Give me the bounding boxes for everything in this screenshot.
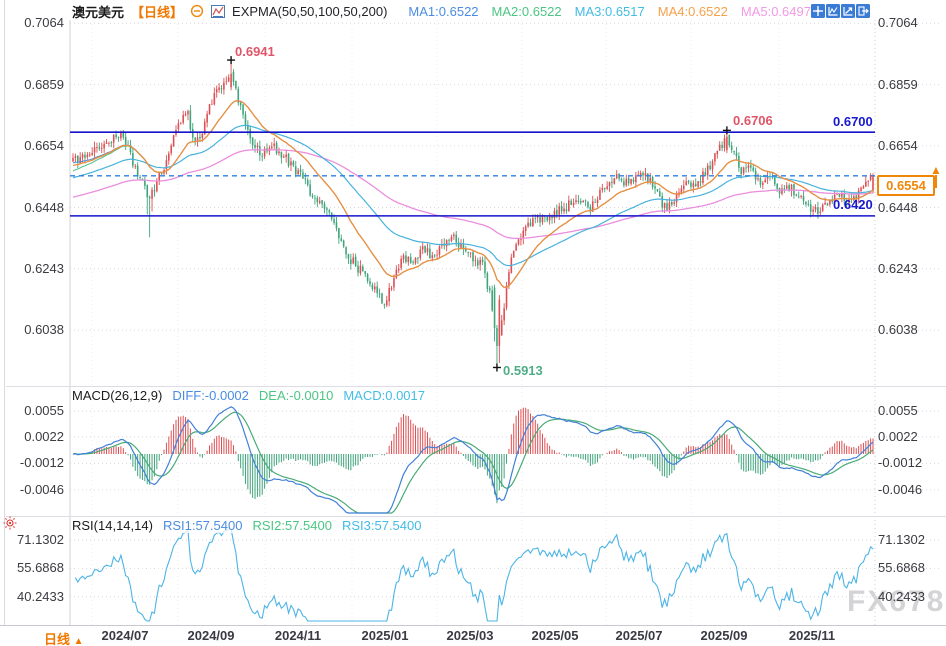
indicator-chart-icon[interactable]: [211, 5, 225, 18]
x-axis-date-label: 2024/07: [93, 628, 157, 643]
main-y-axis-label: 0.6243: [878, 262, 944, 276]
swing-high-annotation: 0.6706: [733, 113, 773, 128]
rsi-y-axis-label: 71.1302: [0, 533, 64, 547]
macd-y-axis-label: -0.0012: [878, 456, 944, 470]
macd-y-axis-label: 0.0022: [0, 430, 64, 444]
ma2-value-label: MA2:0.6522: [492, 4, 562, 19]
period-tag: 【日线】: [131, 2, 183, 21]
rsi-y-axis-label: 40.2433: [878, 590, 944, 604]
period-selector-arrow-icon: ▲: [74, 636, 84, 646]
collapse-indicator-icon[interactable]: [190, 4, 204, 18]
rsi3-value: RSI3:57.5400: [342, 518, 422, 533]
main-y-axis-label: 0.6038: [878, 323, 944, 337]
chart-header: 澳元美元 【日线】 EXPMA(50,50,100,50,200) MA1:0.…: [72, 3, 811, 19]
macd-plot-area[interactable]: [70, 388, 875, 514]
rsi-y-axis-label: 55.6868: [0, 561, 64, 575]
macd-y-axis-label: -0.0046: [878, 483, 944, 497]
main-y-axis-label: 0.6448: [878, 201, 944, 215]
chart-pan-icon[interactable]: [826, 4, 840, 18]
rsi-panel-header: RSI(14,14,14) RSI1:57.5400 RSI2:57.5400 …: [72, 518, 421, 533]
macd-y-axis-label: 0.0022: [878, 430, 944, 444]
x-axis-date-label: 2024/09: [179, 628, 243, 643]
macd-y-axis-label: -0.0046: [0, 483, 64, 497]
macd-y-axis-label: -0.0012: [0, 456, 64, 470]
macd-y-axis-label: 0.0055: [878, 404, 944, 418]
ma4-value-label: MA4:0.6522: [658, 4, 728, 19]
main-y-axis-label: 0.6654: [0, 139, 64, 153]
main-y-axis-label: 0.6654: [878, 139, 944, 153]
ma5-value-label: MA5:0.6497: [741, 4, 811, 19]
main-plot-area[interactable]: [70, 20, 875, 378]
ma3-value-label: MA3:0.6517: [575, 4, 645, 19]
main-y-axis-label: 0.7064: [878, 16, 944, 30]
main-y-axis-label: 0.6038: [0, 323, 64, 337]
exit-fullscreen-icon[interactable]: [856, 4, 870, 18]
resistance-level-label: 0.6700: [833, 114, 873, 129]
low-price-annotation: 0.5913: [503, 363, 543, 378]
rsi-y-axis-label: 71.1302: [878, 533, 944, 547]
price-up-arrow-stem: [935, 175, 937, 188]
main-y-axis-label: 0.6859: [878, 78, 944, 92]
period-selector-label: 日线: [44, 632, 70, 646]
macd-title: MACD(26,12,9): [72, 388, 162, 403]
x-axis-date-label: 2024/11: [266, 628, 330, 643]
rsi1-value: RSI1:57.5400: [163, 518, 243, 533]
indicator-settings-icon[interactable]: [3, 516, 17, 530]
chart-app-window: 澳元美元 【日线】 EXPMA(50,50,100,50,200) MA1:0.…: [0, 0, 946, 646]
macd-panel-header: MACD(26,12,9) DIFF:-0.0002 DEA:-0.0010 M…: [72, 388, 425, 403]
rsi-title: RSI(14,14,14): [72, 518, 153, 533]
axis-scale-icon[interactable]: [841, 4, 855, 18]
rsi2-value: RSI2:57.5400: [252, 518, 332, 533]
x-axis-date-label: 2025/03: [438, 628, 502, 643]
main-y-axis-label: 0.6448: [0, 201, 64, 215]
x-axis-date-label: 2025/05: [523, 628, 587, 643]
macd-y-axis-label: 0.0055: [0, 404, 64, 418]
macd-diff-value: DIFF:-0.0002: [172, 388, 249, 403]
main-y-axis-label: 0.6859: [0, 78, 64, 92]
last-price-badge: 0.6554: [877, 175, 935, 196]
rsi-y-axis-label: 55.6868: [878, 561, 944, 575]
x-axis-date-label: 2025/11: [780, 628, 844, 643]
x-axis-date-label: 2025/07: [607, 628, 671, 643]
move-tool-icon[interactable]: [811, 4, 825, 18]
x-axis-date-label: 2025/09: [692, 628, 756, 643]
high-price-annotation: 0.6941: [235, 44, 275, 59]
main-y-axis-label: 0.6243: [0, 262, 64, 276]
x-axis-date-label: 2025/01: [353, 628, 417, 643]
rsi-plot-area[interactable]: [70, 528, 875, 622]
rsi-y-axis-label: 40.2433: [0, 590, 64, 604]
chart-toolbar: [811, 4, 870, 18]
main-y-axis-label: 0.7064: [0, 16, 64, 30]
support-level-label: 0.6420: [833, 197, 873, 212]
symbol-name: 澳元美元: [72, 2, 124, 21]
macd-hist-value: MACD:0.0017: [343, 388, 425, 403]
macd-dea-value: DEA:-0.0010: [259, 388, 333, 403]
ma1-value-label: MA1:0.6522: [408, 4, 478, 19]
period-selector[interactable]: 日线 ▲: [44, 629, 84, 646]
indicator-label: EXPMA(50,50,100,50,200): [232, 4, 387, 19]
chart-canvas[interactable]: [0, 0, 946, 646]
